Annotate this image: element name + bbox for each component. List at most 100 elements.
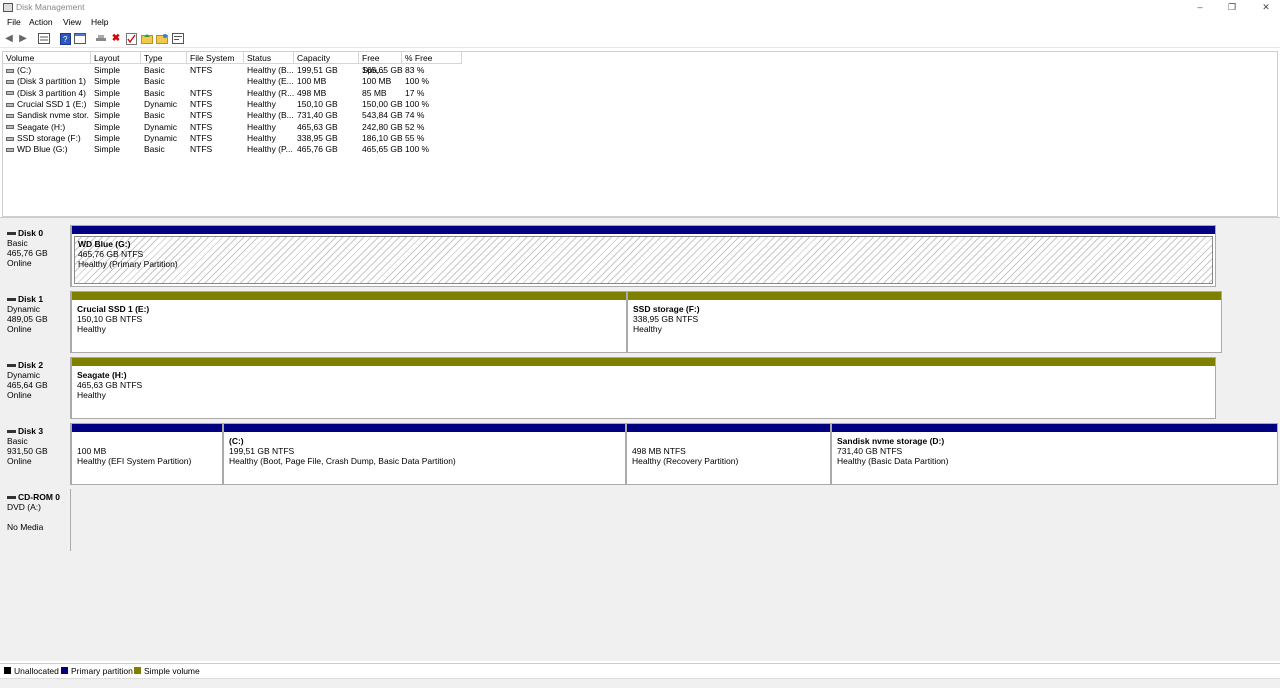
cell-text: Healthy (B...: [247, 110, 294, 121]
title-bar: Disk Management – ❐ ✕: [0, 0, 1280, 16]
cell-volume: (Disk 3 partition 4): [6, 88, 89, 99]
disk-icon: [7, 364, 16, 368]
cell-pct: 100 %: [405, 144, 460, 155]
menu-file[interactable]: File: [7, 17, 21, 27]
close-button[interactable]: ✕: [1256, 1, 1276, 14]
table-row[interactable]: (Disk 3 partition 1) Simple Basic Healthy (…: [3, 76, 463, 87]
volume-icon: [6, 125, 14, 130]
properties-view-icon[interactable]: [38, 33, 50, 45]
cell-text: 85 MB: [362, 87, 387, 98]
primary-partition-bar: [627, 424, 830, 432]
legend-unallocated: Unallocated: [4, 667, 59, 675]
partition-recovery[interactable]: 498 MB NTFS Healthy (Recovery Partition): [626, 423, 831, 485]
table-row[interactable]: (C:) Simple Basic NTFS Healthy (B... 199,51 G…: [3, 65, 463, 76]
volume-icon: [6, 91, 14, 96]
cell-free: 100 MB: [362, 76, 404, 87]
disk-2-label[interactable]: Disk 2 Dynamic 465,64 GB Online: [3, 357, 71, 419]
volume-list: Volume Layout Type File System Status Ca…: [2, 51, 1278, 217]
column-header-free-space[interactable]: Free Spa...: [359, 52, 402, 75]
table-row[interactable]: WD Blue (G:) Simple Basic NTFS Healthy (P...…: [3, 144, 463, 155]
cell-free: 150,00 GB: [362, 99, 404, 110]
column-header-capacity[interactable]: Capacity: [294, 52, 359, 64]
partition-sandisk-nvme[interactable]: Sandisk nvme storage (D:) 731,40 GB NTFS…: [831, 423, 1278, 485]
partition-wd-blue[interactable]: WD Blue (G:) 465,76 GB NTFS Healthy (Pri…: [71, 225, 1216, 287]
cell-text: (Disk 3 partition 1): [17, 76, 86, 87]
check-icon[interactable]: [125, 33, 137, 45]
console-view-icon[interactable]: [74, 33, 86, 45]
connect-icon[interactable]: [95, 33, 107, 45]
cell-text: WD Blue (G:): [17, 144, 68, 155]
volume-icon: [6, 102, 14, 107]
cell-text: NTFS: [190, 65, 213, 75]
cell-volume: WD Blue (G:): [6, 144, 89, 155]
forward-icon[interactable]: ▶: [17, 33, 29, 45]
cell-type: Basic: [144, 144, 188, 155]
cell-text: (Disk 3 partition 4): [17, 87, 86, 98]
partition-seagate[interactable]: Seagate (H:) 465,63 GB NTFS Healthy: [71, 357, 1216, 419]
cell-text: Seagate (H:): [17, 121, 66, 132]
settings-icon[interactable]: [172, 33, 184, 45]
menu-action[interactable]: Action: [29, 17, 53, 27]
cell-text: Basic: [144, 144, 165, 155]
cell-text: Simple: [94, 121, 120, 132]
table-row[interactable]: Crucial SSD 1 (E:) Simple Dynamic NTFS Healt…: [3, 99, 463, 110]
delete-icon[interactable]: ✖: [110, 33, 122, 45]
cell-volume: (C:): [6, 65, 89, 76]
table-row[interactable]: SSD storage (F:) Simple Dynamic NTFS Healthy…: [3, 133, 463, 144]
cell-text: Sandisk nvme stor...: [17, 110, 89, 121]
restore-button[interactable]: ❐: [1222, 1, 1242, 14]
column-header-volume[interactable]: Volume: [3, 52, 91, 64]
menu-bar: File Action View Help: [0, 16, 1280, 30]
column-header-percent-free[interactable]: % Free: [402, 52, 462, 64]
cell-text: 338,95 GB: [297, 132, 338, 143]
partition-efi-system[interactable]: 100 MB Healthy (EFI System Partition): [71, 423, 223, 485]
cell-fs: NTFS: [190, 122, 245, 133]
cell-text: 83 %: [405, 65, 425, 75]
cell-capacity: 731,40 GB: [297, 110, 359, 121]
cell-status: Healthy (B...: [247, 65, 295, 76]
primary-partition-bar: [72, 424, 222, 432]
cell-text: NTFS: [190, 144, 213, 155]
legend-primary-partition: Primary partition: [61, 667, 133, 675]
cell-text: 498 MB: [297, 87, 327, 98]
partition-c-drive[interactable]: (C:) 199,51 GB NTFS Healthy (Boot, Page …: [223, 423, 626, 485]
cell-fs: NTFS: [190, 110, 245, 121]
partition-ssd-storage[interactable]: SSD storage (F:) 338,95 GB NTFS Healthy: [627, 291, 1222, 353]
cell-text: Healthy (P...: [247, 144, 293, 155]
partition-crucial-ssd[interactable]: Crucial SSD 1 (E:) 150,10 GB NTFS Health…: [71, 291, 627, 353]
cell-status: Healthy (R...: [247, 88, 295, 99]
back-icon[interactable]: ◀: [3, 33, 15, 45]
cell-volume: (Disk 3 partition 1): [6, 76, 89, 87]
menu-help[interactable]: Help: [91, 17, 108, 27]
cell-fs: NTFS: [190, 99, 245, 110]
cell-free: 242,80 GB: [362, 122, 404, 133]
cell-fs: NTFS: [190, 88, 245, 99]
table-row[interactable]: (Disk 3 partition 4) Simple Basic NTFS Healt…: [3, 88, 463, 99]
menu-view[interactable]: View: [63, 17, 81, 27]
simple-volume-bar: [72, 358, 1215, 366]
cell-type: Basic: [144, 65, 188, 76]
table-row[interactable]: Seagate (H:) Simple Dynamic NTFS Healthy 465,…: [3, 122, 463, 133]
disk-1-label[interactable]: Disk 1 Dynamic 489,05 GB Online: [3, 291, 71, 353]
column-header-file-system[interactable]: File System: [187, 52, 244, 64]
cell-text: Dynamic: [144, 132, 178, 143]
column-header-status[interactable]: Status: [244, 52, 294, 64]
minimize-button[interactable]: –: [1190, 1, 1210, 14]
table-row[interactable]: Sandisk nvme stor... Simple Basic NTFS Healt…: [3, 110, 463, 121]
cell-status: Healthy (E...: [247, 76, 295, 87]
cdrom-0-label[interactable]: CD-ROM 0 DVD (A:) No Media: [3, 489, 71, 551]
cell-type: Dynamic: [144, 99, 188, 110]
disk-3-label[interactable]: Disk 3 Basic 931,50 GB Online: [3, 423, 71, 485]
folder-open-icon[interactable]: [156, 33, 168, 45]
cell-status: Healthy: [247, 122, 295, 133]
up-folder-icon[interactable]: [141, 33, 153, 45]
cell-text: NTFS: [190, 121, 213, 132]
cell-text: NTFS: [190, 110, 213, 121]
primary-partition-bar: [832, 424, 1277, 432]
help-icon[interactable]: ?: [59, 33, 71, 45]
column-header-type[interactable]: Type: [141, 52, 187, 64]
cell-status: Healthy (P...: [247, 144, 295, 155]
disk-0-label[interactable]: Disk 0 Basic 465,76 GB Online: [3, 225, 71, 287]
volume-icon: [6, 68, 14, 73]
column-header-layout[interactable]: Layout: [91, 52, 141, 64]
